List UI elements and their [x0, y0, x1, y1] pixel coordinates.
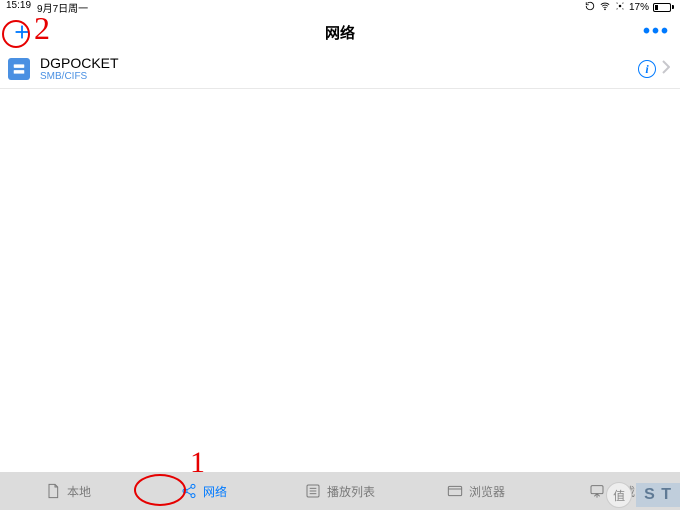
list-icon [305, 483, 321, 499]
status-bar: 15:19 9月7日周一 17% [0, 0, 680, 14]
share-icon [181, 483, 197, 499]
server-name: DGPOCKET [40, 56, 638, 71]
orientation-lock-icon [585, 1, 595, 14]
status-date: 9月7日周一 [37, 0, 88, 15]
tab-label: 浏览器 [469, 483, 505, 500]
document-icon [45, 483, 61, 499]
download-icon [589, 483, 605, 499]
browser-icon [447, 483, 463, 499]
navigation-bar: 网络 ••• [0, 14, 680, 50]
tab-bar: 本地 网络 播放列表 浏览器 下载 [0, 472, 680, 510]
more-button[interactable]: ••• [643, 21, 670, 44]
battery-icon [653, 3, 674, 12]
tab-local[interactable]: 本地 [0, 483, 136, 500]
tab-label: 播放列表 [327, 483, 375, 500]
watermark-text: S T [636, 483, 680, 507]
tab-browser[interactable]: 浏览器 [408, 483, 544, 500]
info-icon[interactable]: i [638, 60, 656, 78]
cellular-icon [615, 1, 625, 14]
tab-label: 本地 [67, 483, 91, 500]
status-time: 15:19 [6, 0, 31, 15]
watermark: 值 S T [606, 482, 680, 508]
tab-network[interactable]: 网络 [136, 483, 272, 500]
add-button[interactable] [8, 18, 36, 46]
server-icon [8, 58, 30, 80]
server-protocol: SMB/CIFS [40, 71, 638, 82]
server-row[interactable]: DGPOCKET SMB/CIFS i [0, 50, 680, 89]
battery-pct: 17% [629, 2, 649, 13]
server-list: DGPOCKET SMB/CIFS i [0, 50, 680, 89]
chevron-right-icon [662, 60, 670, 79]
tab-playlist[interactable]: 播放列表 [272, 483, 408, 500]
tab-label: 网络 [203, 483, 227, 500]
page-title: 网络 [325, 22, 355, 43]
watermark-badge: 值 [606, 482, 632, 508]
wifi-icon [599, 1, 611, 14]
